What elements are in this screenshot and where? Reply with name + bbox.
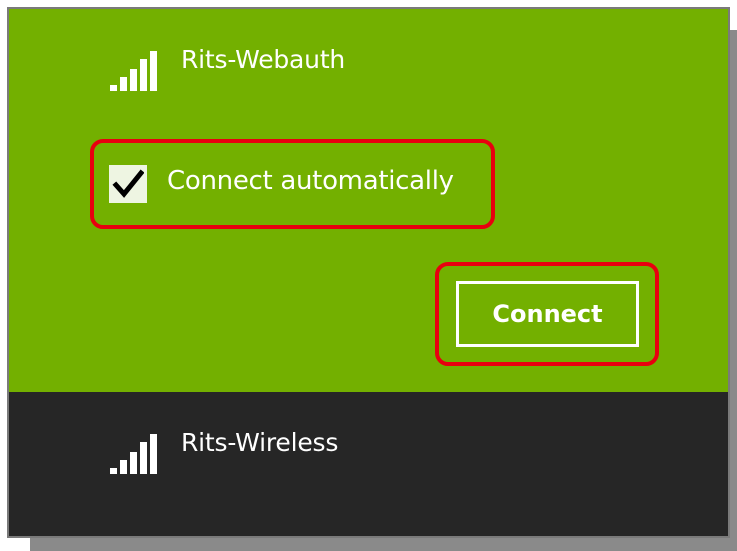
- wifi-network-list-screenshot: Rits-Webauth Connect automatically Conne…: [0, 0, 737, 551]
- wifi-signal-icon: [110, 51, 162, 91]
- network-ssid: Rits-Webauth: [181, 45, 346, 74]
- network-ssid: Rits-Wireless: [181, 428, 339, 457]
- connect-button-highlight-annotation: [435, 262, 659, 366]
- checkbox-highlight-annotation: [90, 139, 495, 229]
- wifi-signal-icon: [110, 434, 162, 474]
- network-item-rits-wireless[interactable]: Rits-Wireless: [9, 392, 728, 536]
